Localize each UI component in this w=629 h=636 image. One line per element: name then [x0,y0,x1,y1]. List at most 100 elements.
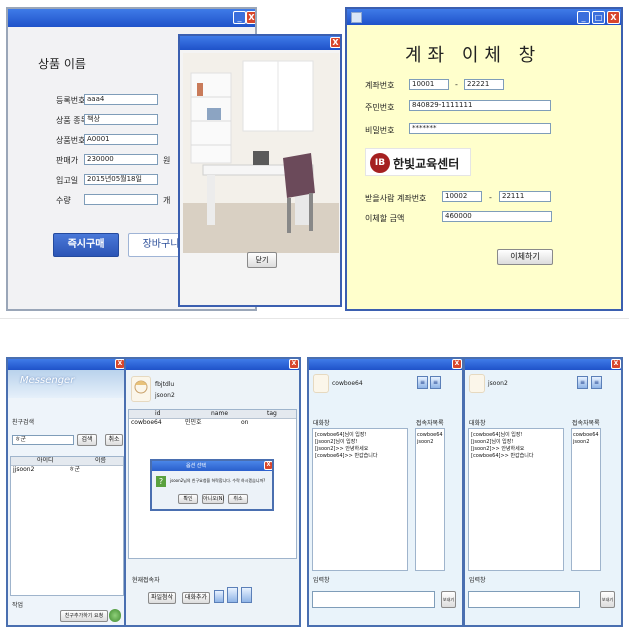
chat-message: [cowboe64]>> 반갑습니다 [471,453,534,459]
buy-now-button[interactable]: 즉시구매 [53,233,119,257]
app-icon [351,12,362,23]
bottom-action-label: 작업 [12,602,24,609]
recipient-field-2[interactable]: 22111 [499,191,551,202]
close-icon[interactable]: X [264,461,272,470]
input-label: 입력창 [313,577,330,584]
friend-search-input[interactable]: ㅎ군 [12,435,74,445]
close-icon[interactable]: X [330,37,340,48]
messenger-banner: Messenger [8,370,125,398]
product-heading: 상품 이름 [38,57,86,71]
chat-input[interactable] [312,591,435,608]
image-popup-window: X 닫기 [178,34,342,307]
chat-message: [cowboe64]>> 반갑습니다 [315,453,378,459]
field-productno[interactable]: A0001 [84,134,158,145]
account-label: 계좌번호 [365,81,395,90]
recipient-field-1[interactable]: 10002 [442,191,482,202]
exit-icon[interactable]: ≡ [430,376,441,389]
messenger-main-titlebar: X [126,359,299,370]
image-popup-titlebar: X [180,36,340,50]
file-icon[interactable]: ≡ [417,376,428,389]
close-icon[interactable]: X [246,11,255,24]
close-icon[interactable]: X [607,11,620,24]
dialog-title: 옵션 선택 [186,463,206,469]
search-cancel-button[interactable]: 취소 [105,434,123,446]
close-icon[interactable]: X [289,359,299,369]
field-price[interactable]: 230000 [84,154,158,165]
friends-icon [109,609,121,622]
logo-text: 한빛교육센터 [393,157,460,171]
online-users-label: 현재접속자 [132,577,160,584]
chat-log: [cowboe64]님이 입장! [jsoon2]님이 입장! [jsoon2]… [468,428,564,571]
row-name: ㅎ군 [69,466,81,473]
minimize-icon[interactable]: _ [233,11,246,24]
option-dialog-titlebar: 옵션 선택 X [152,461,272,471]
chat-log: [cowboe64]님이 입장! [jsoon2]님이 입장! [jsoon2]… [312,428,408,571]
users-list-label: 접속자목록 [572,420,600,427]
friend-table-tag: on [241,419,249,426]
amount-field[interactable]: 460000 [442,211,552,222]
section-divider [0,318,629,319]
close-button[interactable]: 닫기 [247,252,277,268]
option-dialog: 옵션 선택 X ? jsoon2님의 친구요청을 허락합니다. 수락 하시겠습니… [150,459,274,511]
table-row[interactable]: cowboe64 민민호 on [129,419,296,428]
search-title: 친구검색 [12,419,35,426]
users-list-label: 접속자목록 [416,420,444,427]
dialog-yes-button[interactable]: 확인 [178,494,198,504]
chat-input[interactable] [468,591,580,608]
field-label-price: 판매가 [56,156,79,165]
chat-area-label: 대화창 [313,420,330,427]
messenger-titlebar: X [8,359,125,370]
chat-area-label: 대화창 [469,420,486,427]
transfer-submit-button[interactable]: 이체하기 [497,249,553,265]
dialog-message: jsoon2님의 친구요청을 허락합니다. 수락 하시겠습니까? [170,478,266,483]
friend-table-name: 민민호 [185,419,202,426]
account-field-1[interactable]: 10001 [409,79,449,90]
password-field[interactable]: ******* [409,123,551,134]
col-name-header: 이름 [95,457,107,464]
add-chat-button[interactable]: 대화추가 [182,592,210,604]
emoticon-icon[interactable] [214,590,224,603]
avatar [131,376,151,402]
friend-result-table: 아이디 이름 jjsoon2 ㅎ군 [10,456,124,596]
transfer-titlebar: _ □ X [347,9,621,25]
close-icon[interactable]: X [611,359,621,369]
field-label-qty: 수량 [56,196,71,205]
friend-table-header: id name tag [129,410,296,419]
field-regno[interactable]: aaa4 [84,94,158,105]
close-icon[interactable]: X [452,359,462,369]
minimize-icon[interactable]: _ [577,11,590,24]
chat-window-right: X jsoon2 ≡ ≡ 대화창 접속자목록 [cowboe64]님이 입장! … [463,357,623,627]
list-item[interactable]: jsoon2 [573,438,589,446]
field-date[interactable]: 2015년05월18일 [84,174,158,185]
whisper-icon[interactable] [241,587,252,603]
logo-mark-icon: IB [370,153,390,173]
amount-label: 이체할 금액 [365,214,405,223]
account-field-2[interactable]: 22221 [464,79,504,90]
friend-table-name-header: name [211,410,229,417]
resident-field[interactable]: 840829-1111111 [409,100,551,111]
file-icon[interactable]: ≡ [577,376,588,389]
file-attach-button[interactable]: 파일첨삭 [148,592,176,604]
password-label: 비밀번호 [365,126,395,135]
file-send-icon[interactable] [227,587,238,603]
add-friend-button[interactable]: 친구추가하기 요청 [60,610,108,622]
dialog-no-button[interactable]: 아니오(N) [202,494,224,504]
maximize-icon[interactable]: □ [592,11,605,24]
chat-user: jsoon2 [488,380,508,387]
send-button[interactable]: 보내기 [441,591,456,608]
question-icon: ? [156,476,166,487]
field-qty[interactable] [84,194,158,205]
dialog-cancel-button[interactable]: 취소 [228,494,248,504]
list-item[interactable]: jsoon2 [417,438,433,446]
search-button[interactable]: 검색 [77,434,97,446]
recipient-label: 받을사람 계좌번호 [365,194,427,203]
send-button[interactable]: 보내기 [600,591,615,608]
table-row[interactable]: jjsoon2 ㅎ군 [11,466,123,475]
col-id-header: 아이디 [37,457,54,464]
recipient-separator: - [489,193,492,202]
user-list: cowboe64 jsoon2 [571,428,601,571]
field-label-productno: 상품번호 [56,136,86,145]
field-category[interactable]: 책상 [84,114,158,125]
exit-icon[interactable]: ≡ [591,376,602,389]
friend-table-id-header: id [155,410,161,417]
